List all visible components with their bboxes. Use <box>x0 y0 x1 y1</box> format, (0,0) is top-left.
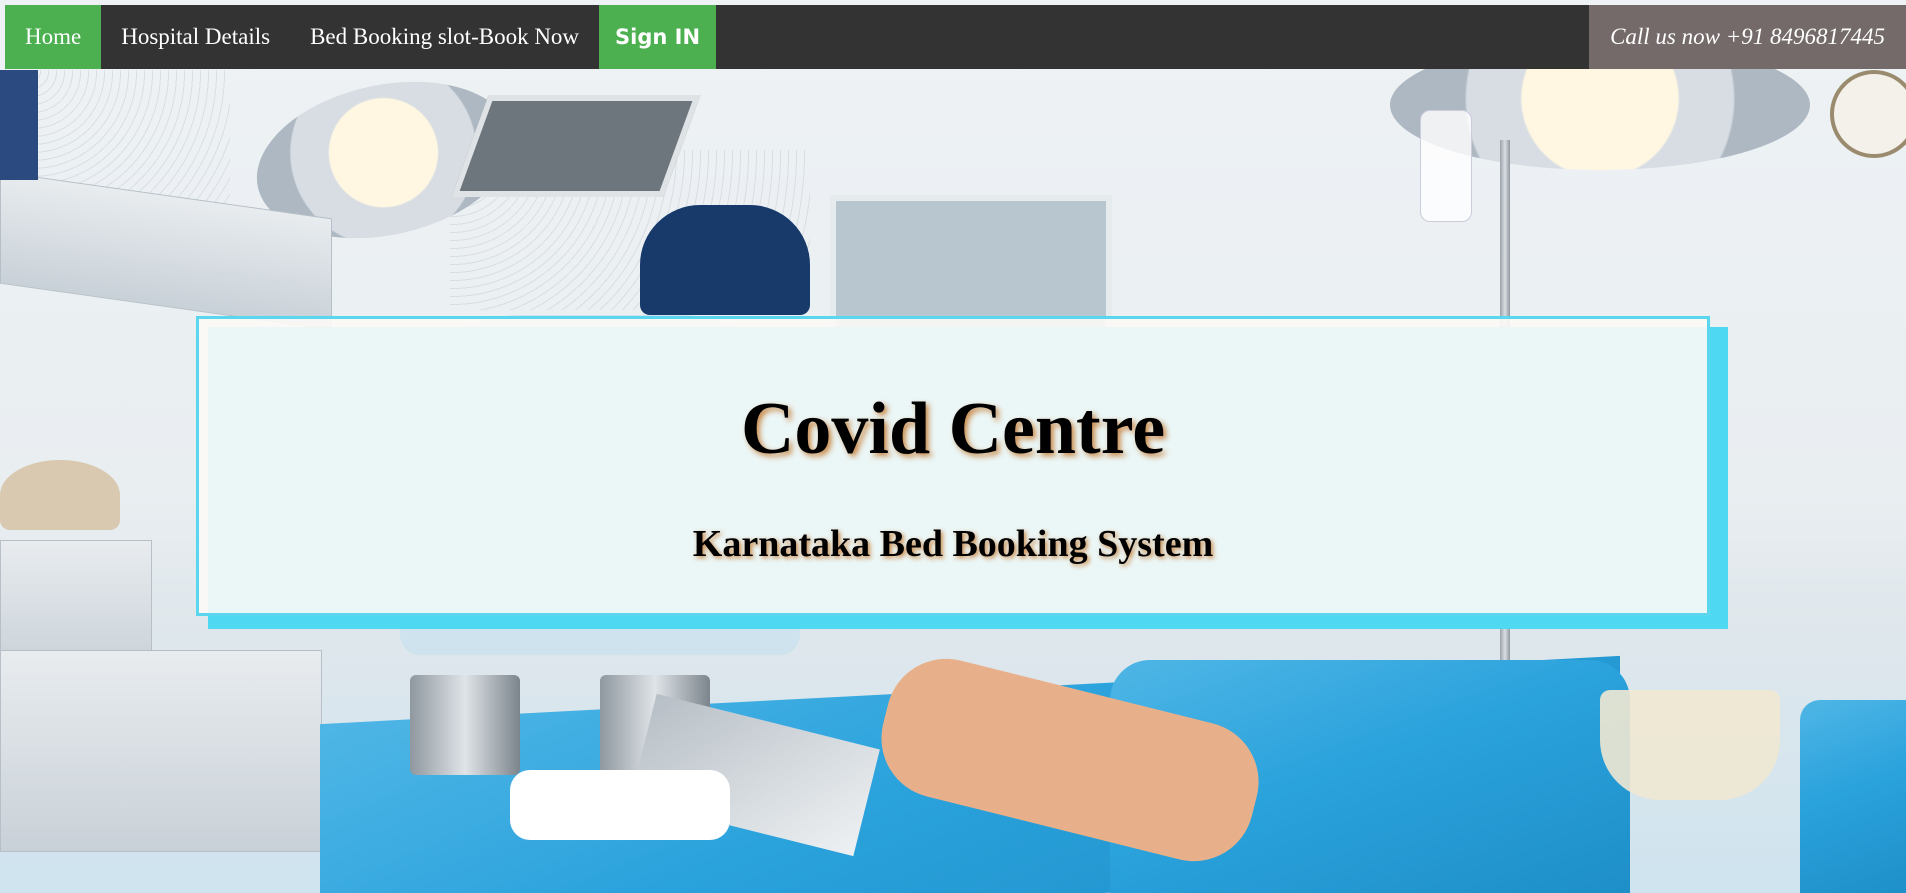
top-navbar: Home Hospital Details Bed Booking slot-B… <box>5 5 1906 69</box>
hero-card: Covid Centre Karnataka Bed Booking Syste… <box>196 316 1710 616</box>
iv-bag <box>1420 110 1472 222</box>
surgeon-cap <box>640 205 810 315</box>
waste-bag <box>1600 690 1780 800</box>
nav-hospital-details[interactable]: Hospital Details <box>101 5 290 69</box>
page-title: Covid Centre <box>740 388 1166 470</box>
nav-bed-booking[interactable]: Bed Booking slot-Book Now <box>290 5 599 69</box>
steel-container <box>410 675 520 775</box>
call-us-link[interactable]: Call us now +91 8496817445 <box>1589 5 1906 69</box>
wall-clock <box>1830 70 1906 158</box>
sign-in-button[interactable]: Sign IN <box>599 5 717 69</box>
patient-head <box>0 460 120 530</box>
gauze <box>510 770 730 840</box>
monitor-arm <box>451 95 701 197</box>
surgical-drape <box>1800 700 1906 893</box>
cabinet <box>0 70 38 180</box>
nav-home[interactable]: Home <box>5 5 102 69</box>
page-subtitle: Karnataka Bed Booking System <box>692 523 1214 565</box>
monitor-unit <box>0 650 322 852</box>
